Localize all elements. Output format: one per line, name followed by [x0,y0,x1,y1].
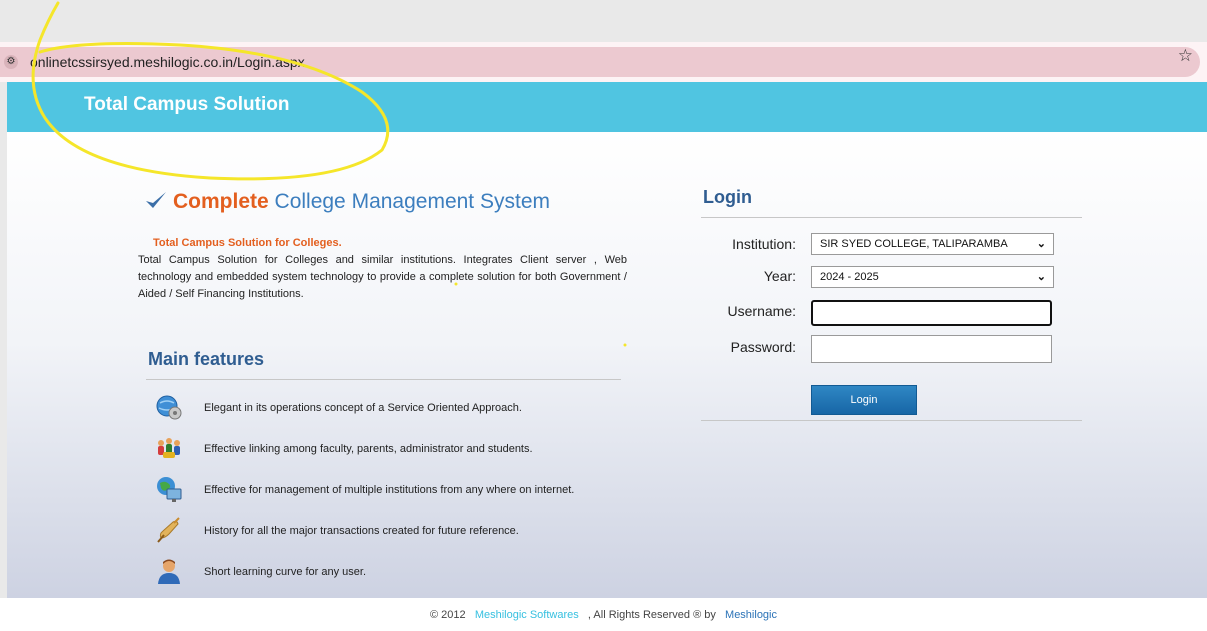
username-label: Username: [727,303,796,319]
year-label: Year: [763,268,796,284]
feature-item: History for all the major transactions c… [155,516,615,546]
site-title: Total Campus Solution [84,94,290,115]
user-icon [158,559,180,584]
year-value: 2024 - 2025 [820,271,879,283]
features-divider [146,379,621,380]
feature-text: Effective linking among faculty, parents… [204,443,533,455]
username-input[interactable] [811,300,1052,326]
feature-item: Elegant in its operations concept of a S… [155,393,615,423]
feature-text: Elegant in its operations concept of a S… [204,402,522,414]
login-divider-bottom [701,420,1082,421]
feature-item: Effective linking among faculty, parents… [155,434,615,464]
site-info-icon[interactable]: ⚙ [4,55,18,69]
institution-select[interactable]: SIR SYED COLLEGE, TALIPARAMBA ⌄ [811,233,1054,255]
feature-text: History for all the major transactions c… [204,525,519,537]
institution-value: SIR SYED COLLEGE, TALIPARAMBA [820,238,1008,250]
login-divider-top [701,217,1082,218]
url-field[interactable]: ⚙ onlinetcssirsyed.meshilogic.co.in/Logi… [0,47,1200,77]
globe-monitor-icon [157,477,182,502]
footer-copyright: © 2012 [430,609,466,621]
login-button[interactable]: Login [811,385,917,415]
headline-strong: Complete [173,190,269,213]
footer-text: © 2012 Meshilogic Softwares , All Rights… [0,609,1207,621]
footer-rights: , All Rights Reserved ® by [587,609,716,621]
feature-item: Short learning curve for any user. [155,557,615,587]
feature-text: Effective for management of multiple ins… [204,484,575,496]
year-select[interactable]: 2024 - 2025 ⌄ [811,266,1054,288]
gear-globe-icon [156,395,182,420]
site-header: Total Campus Solution [7,82,1207,132]
checkmark-icon [146,192,166,208]
institution-label: Institution: [732,236,796,252]
browser-address-bar: ⚙ onlinetcssirsyed.meshilogic.co.in/Logi… [0,42,1207,82]
chevron-down-icon: ⌄ [1036,271,1046,283]
browser-top-strip [0,0,1207,42]
feature-item: Effective for management of multiple ins… [155,475,615,505]
people-icon [158,438,180,458]
feature-text: Short learning curve for any user. [204,566,367,578]
main-content: Complete College Management System Total… [7,132,1207,598]
bookmark-star-icon[interactable]: ☆ [1178,46,1193,66]
intro-description: Total Campus Solution for Colleges and s… [138,254,627,300]
company-link[interactable]: Meshilogic Softwares [475,609,579,621]
footer: © 2012 Meshilogic Softwares , All Rights… [0,598,1207,631]
login-title: Login [703,187,752,207]
brand-link[interactable]: Meshilogic [725,609,777,621]
pen-scroll-icon [157,517,180,543]
headline-rest: College Management System [268,190,550,213]
intro-subtitle: Total Campus Solution for Colleges. [153,237,342,249]
password-input[interactable] [811,335,1052,363]
page-headline: Complete College Management System [145,190,550,214]
url-text[interactable]: onlinetcssirsyed.meshilogic.co.in/Login.… [30,54,305,70]
password-label: Password: [730,339,796,355]
features-heading: Main features [148,349,265,369]
chevron-down-icon: ⌄ [1036,238,1046,250]
